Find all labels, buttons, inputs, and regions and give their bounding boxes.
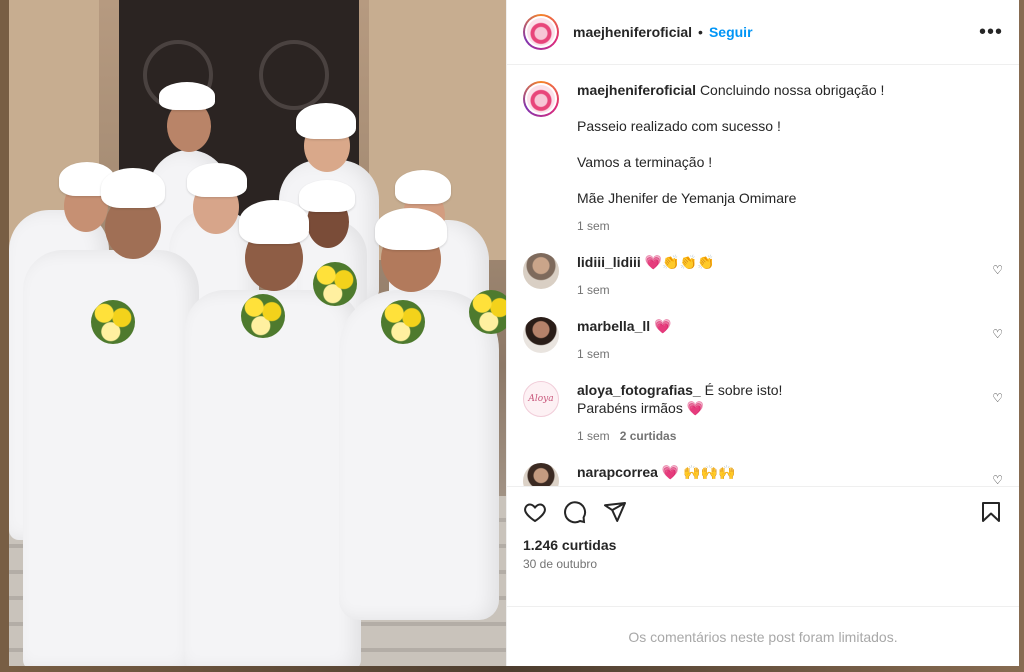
person-turban <box>239 200 309 244</box>
commenter-avatar[interactable] <box>523 463 559 486</box>
save-bookmark-icon[interactable] <box>979 500 1003 524</box>
person-turban <box>296 103 356 139</box>
post-modal: maejheniferoficial • Seguir ••• maejheni… <box>9 0 1019 666</box>
commenter-username[interactable]: marbella_ll <box>577 318 650 334</box>
comment-time[interactable]: 1 sem <box>577 347 610 361</box>
more-options-icon[interactable]: ••• <box>979 21 1003 44</box>
comment-item: marbella_ll 💗 1 sem ♡ <box>523 317 1003 363</box>
post-header: maejheniferoficial • Seguir ••• <box>507 0 1019 65</box>
comments-list[interactable]: maejheniferoficial Concluindo nossa obri… <box>507 65 1019 486</box>
aloya-logo-text: Aloya <box>528 394 554 404</box>
person-turban <box>299 180 355 212</box>
person-figure <box>185 290 361 666</box>
flower-bouquet <box>241 294 285 338</box>
comment-time[interactable]: 1 sem <box>577 283 610 297</box>
comment-text: Parabéns irmãos 💗 <box>577 400 705 416</box>
post-side-panel: maejheniferoficial • Seguir ••• maejheni… <box>506 0 1019 666</box>
caption-line: Mãe Jhenifer de Yemanja Omimare <box>577 190 797 206</box>
author-avatar[interactable] <box>523 14 559 50</box>
comment-text: 💗 <box>654 318 672 334</box>
follow-button[interactable]: Seguir <box>709 24 753 40</box>
commenter-username[interactable]: narapcorrea <box>577 464 658 480</box>
person-turban <box>101 168 165 208</box>
person-figure <box>339 290 499 620</box>
caption: maejheniferoficial Concluindo nossa obri… <box>523 81 1003 235</box>
likes-count[interactable]: 1.246 curtidas <box>523 537 1003 553</box>
flower-bouquet <box>313 262 357 306</box>
commenter-avatar[interactable] <box>523 253 559 289</box>
flower-bouquet <box>91 300 135 344</box>
caption-line: Passeio realizado com sucesso ! <box>577 118 781 134</box>
caption-line: Concluindo nossa obrigação ! <box>699 82 885 98</box>
comment-item: Aloya aloya_fotografias_ É sobre isto! P… <box>523 381 1003 445</box>
author-username[interactable]: maejheniferoficial <box>573 24 692 40</box>
person-turban <box>159 82 215 110</box>
commenter-username[interactable]: lidiii_lidiii <box>577 254 641 270</box>
commenter-avatar[interactable] <box>523 317 559 353</box>
like-heart-icon[interactable] <box>523 500 547 524</box>
like-comment-icon[interactable]: ♡ <box>992 327 1003 341</box>
comment-likes[interactable]: 2 curtidas <box>620 429 677 443</box>
comments-limited-notice: Os comentários neste post foram limitado… <box>507 606 1019 666</box>
share-send-icon[interactable] <box>603 500 627 524</box>
caption-username[interactable]: maejheniferoficial <box>577 82 696 98</box>
comment-text: É sobre isto! <box>704 382 783 398</box>
flower-bouquet <box>469 290 506 334</box>
comment-bubble-icon[interactable] <box>563 500 587 524</box>
like-comment-icon[interactable]: ♡ <box>992 473 1003 486</box>
flower-bouquet <box>381 300 425 344</box>
comment-time[interactable]: 1 sem <box>577 429 610 443</box>
separator-dot: • <box>698 24 703 40</box>
comment-item: narapcorrea 💗 🙌🙌🙌 ♡ <box>523 463 1003 486</box>
author-avatar[interactable] <box>523 81 559 117</box>
post-actions: 1.246 curtidas 30 de outubro <box>507 486 1019 606</box>
post-photo[interactable] <box>9 0 506 666</box>
caption-line: Vamos a terminação ! <box>577 154 713 170</box>
post-date[interactable]: 30 de outubro <box>523 557 1003 571</box>
like-comment-icon[interactable]: ♡ <box>992 263 1003 277</box>
caption-time[interactable]: 1 sem <box>577 219 610 233</box>
person-turban <box>395 170 451 204</box>
person-turban <box>187 163 247 197</box>
comment-text: 💗👏👏👏 <box>644 254 715 270</box>
commenter-avatar[interactable]: Aloya <box>523 381 559 417</box>
like-comment-icon[interactable]: ♡ <box>992 391 1003 405</box>
person-turban <box>375 208 447 250</box>
comment-item: lidiii_lidiii 💗👏👏👏 1 sem ♡ <box>523 253 1003 299</box>
commenter-username[interactable]: aloya_fotografias_ <box>577 382 701 398</box>
comment-text: 💗 🙌🙌🙌 <box>661 464 736 480</box>
